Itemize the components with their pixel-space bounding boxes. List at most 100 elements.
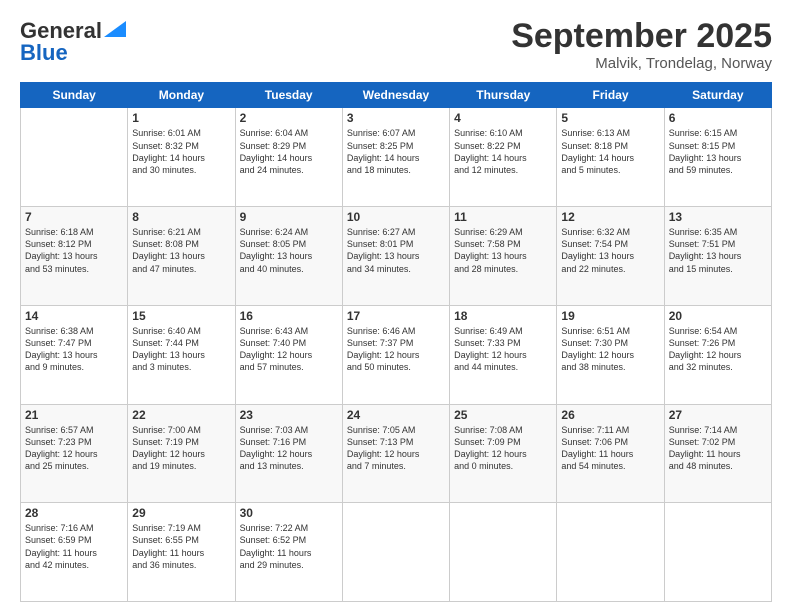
title-block: September 2025 Malvik, Trondelag, Norway (511, 18, 772, 72)
day-info: Sunrise: 6:40 AMSunset: 7:44 PMDaylight:… (132, 325, 230, 374)
header: General Blue September 2025 Malvik, Tron… (20, 18, 772, 72)
calendar-header-row: SundayMondayTuesdayWednesdayThursdayFrid… (21, 83, 772, 108)
day-info: Sunrise: 7:00 AMSunset: 7:19 PMDaylight:… (132, 424, 230, 473)
location: Malvik, Trondelag, Norway (511, 55, 772, 72)
day-info: Sunrise: 7:03 AMSunset: 7:16 PMDaylight:… (240, 424, 338, 473)
day-number: 6 (669, 111, 767, 125)
day-number: 2 (240, 111, 338, 125)
day-number: 10 (347, 210, 445, 224)
day-number: 13 (669, 210, 767, 224)
day-info: Sunrise: 6:49 AMSunset: 7:33 PMDaylight:… (454, 325, 552, 374)
day-number: 15 (132, 309, 230, 323)
day-info: Sunrise: 6:46 AMSunset: 7:37 PMDaylight:… (347, 325, 445, 374)
calendar-cell: 17 Sunrise: 6:46 AMSunset: 7:37 PMDayligh… (342, 305, 449, 404)
calendar-cell: 2 Sunrise: 6:04 AMSunset: 8:29 PMDaylight… (235, 108, 342, 207)
day-info: Sunrise: 6:29 AMSunset: 7:58 PMDaylight:… (454, 226, 552, 275)
day-number: 8 (132, 210, 230, 224)
calendar-cell: 22 Sunrise: 7:00 AMSunset: 7:19 PMDayligh… (128, 404, 235, 503)
day-info: Sunrise: 7:11 AMSunset: 7:06 PMDaylight:… (561, 424, 659, 473)
day-number: 5 (561, 111, 659, 125)
day-info: Sunrise: 6:10 AMSunset: 8:22 PMDaylight:… (454, 127, 552, 176)
col-header-monday: Monday (128, 83, 235, 108)
day-number: 4 (454, 111, 552, 125)
day-number: 26 (561, 408, 659, 422)
day-info: Sunrise: 7:16 AMSunset: 6:59 PMDaylight:… (25, 522, 123, 571)
calendar-week-3: 14 Sunrise: 6:38 AMSunset: 7:47 PMDayligh… (21, 305, 772, 404)
col-header-saturday: Saturday (664, 83, 771, 108)
logo-blue: Blue (20, 40, 68, 66)
calendar-cell (557, 503, 664, 602)
day-info: Sunrise: 7:22 AMSunset: 6:52 PMDaylight:… (240, 522, 338, 571)
day-info: Sunrise: 6:51 AMSunset: 7:30 PMDaylight:… (561, 325, 659, 374)
calendar-cell: 9 Sunrise: 6:24 AMSunset: 8:05 PMDaylight… (235, 207, 342, 306)
day-info: Sunrise: 6:38 AMSunset: 7:47 PMDaylight:… (25, 325, 123, 374)
day-info: Sunrise: 6:21 AMSunset: 8:08 PMDaylight:… (132, 226, 230, 275)
calendar-cell: 8 Sunrise: 6:21 AMSunset: 8:08 PMDaylight… (128, 207, 235, 306)
logo: General Blue (20, 18, 126, 66)
day-number: 14 (25, 309, 123, 323)
calendar-cell (21, 108, 128, 207)
day-info: Sunrise: 7:08 AMSunset: 7:09 PMDaylight:… (454, 424, 552, 473)
day-info: Sunrise: 6:13 AMSunset: 8:18 PMDaylight:… (561, 127, 659, 176)
day-number: 24 (347, 408, 445, 422)
calendar-cell: 19 Sunrise: 6:51 AMSunset: 7:30 PMDayligh… (557, 305, 664, 404)
day-info: Sunrise: 6:04 AMSunset: 8:29 PMDaylight:… (240, 127, 338, 176)
day-number: 18 (454, 309, 552, 323)
calendar-cell: 5 Sunrise: 6:13 AMSunset: 8:18 PMDaylight… (557, 108, 664, 207)
day-number: 16 (240, 309, 338, 323)
page: General Blue September 2025 Malvik, Tron… (0, 0, 792, 612)
day-info: Sunrise: 6:32 AMSunset: 7:54 PMDaylight:… (561, 226, 659, 275)
calendar-cell: 21 Sunrise: 6:57 AMSunset: 7:23 PMDayligh… (21, 404, 128, 503)
col-header-tuesday: Tuesday (235, 83, 342, 108)
calendar-cell: 15 Sunrise: 6:40 AMSunset: 7:44 PMDayligh… (128, 305, 235, 404)
day-info: Sunrise: 6:07 AMSunset: 8:25 PMDaylight:… (347, 127, 445, 176)
day-info: Sunrise: 6:27 AMSunset: 8:01 PMDaylight:… (347, 226, 445, 275)
calendar-cell: 24Sunrise: 7:05 AMSunset: 7:13 PMDayligh… (342, 404, 449, 503)
calendar-cell: 29Sunrise: 7:19 AMSunset: 6:55 PMDayligh… (128, 503, 235, 602)
day-number: 3 (347, 111, 445, 125)
day-info: Sunrise: 7:14 AMSunset: 7:02 PMDaylight:… (669, 424, 767, 473)
day-info: Sunrise: 6:18 AMSunset: 8:12 PMDaylight:… (25, 226, 123, 275)
calendar-week-1: 1Sunrise: 6:01 AMSunset: 8:32 PMDaylight… (21, 108, 772, 207)
calendar-cell: 25 Sunrise: 7:08 AMSunset: 7:09 PMDayligh… (450, 404, 557, 503)
day-number: 21 (25, 408, 123, 422)
day-info: Sunrise: 6:54 AMSunset: 7:26 PMDaylight:… (669, 325, 767, 374)
calendar-cell: 27 Sunrise: 7:14 AMSunset: 7:02 PMDayligh… (664, 404, 771, 503)
day-number: 17 (347, 309, 445, 323)
col-header-wednesday: Wednesday (342, 83, 449, 108)
calendar-cell: 10 Sunrise: 6:27 AMSunset: 8:01 PMDayligh… (342, 207, 449, 306)
calendar-cell: 12 Sunrise: 6:32 AMSunset: 7:54 PMDayligh… (557, 207, 664, 306)
day-number: 9 (240, 210, 338, 224)
calendar-table: SundayMondayTuesdayWednesdayThursdayFrid… (20, 82, 772, 602)
day-number: 12 (561, 210, 659, 224)
day-number: 22 (132, 408, 230, 422)
day-number: 27 (669, 408, 767, 422)
calendar-week-2: 7Sunrise: 6:18 AMSunset: 8:12 PMDaylight… (21, 207, 772, 306)
calendar-cell: 26 Sunrise: 7:11 AMSunset: 7:06 PMDayligh… (557, 404, 664, 503)
day-info: Sunrise: 6:24 AMSunset: 8:05 PMDaylight:… (240, 226, 338, 275)
day-number: 30 (240, 506, 338, 520)
calendar-cell (342, 503, 449, 602)
calendar-week-5: 28 Sunrise: 7:16 AMSunset: 6:59 PMDayligh… (21, 503, 772, 602)
col-header-friday: Friday (557, 83, 664, 108)
day-info: Sunrise: 6:15 AMSunset: 8:15 PMDaylight:… (669, 127, 767, 176)
calendar-cell: 13 Sunrise: 6:35 AMSunset: 7:51 PMDayligh… (664, 207, 771, 306)
day-number: 29 (132, 506, 230, 520)
calendar-cell: 18 Sunrise: 6:49 AMSunset: 7:33 PMDayligh… (450, 305, 557, 404)
calendar-cell: 30 Sunrise: 7:22 AMSunset: 6:52 PMDayligh… (235, 503, 342, 602)
month-title: September 2025 (511, 18, 772, 55)
day-info: Sunrise: 6:35 AMSunset: 7:51 PMDaylight:… (669, 226, 767, 275)
calendar-cell: 4 Sunrise: 6:10 AMSunset: 8:22 PMDaylight… (450, 108, 557, 207)
day-info: Sunrise: 6:01 AMSunset: 8:32 PMDaylight:… (132, 127, 230, 176)
day-number: 19 (561, 309, 659, 323)
calendar-cell (664, 503, 771, 602)
day-number: 25 (454, 408, 552, 422)
calendar-cell (450, 503, 557, 602)
day-info: Sunrise: 6:43 AMSunset: 7:40 PMDaylight:… (240, 325, 338, 374)
day-number: 28 (25, 506, 123, 520)
calendar-cell: 6 Sunrise: 6:15 AMSunset: 8:15 PMDaylight… (664, 108, 771, 207)
calendar-week-4: 21 Sunrise: 6:57 AMSunset: 7:23 PMDayligh… (21, 404, 772, 503)
day-info: Sunrise: 6:57 AMSunset: 7:23 PMDaylight:… (25, 424, 123, 473)
calendar-cell: 3 Sunrise: 6:07 AMSunset: 8:25 PMDaylight… (342, 108, 449, 207)
day-number: 11 (454, 210, 552, 224)
